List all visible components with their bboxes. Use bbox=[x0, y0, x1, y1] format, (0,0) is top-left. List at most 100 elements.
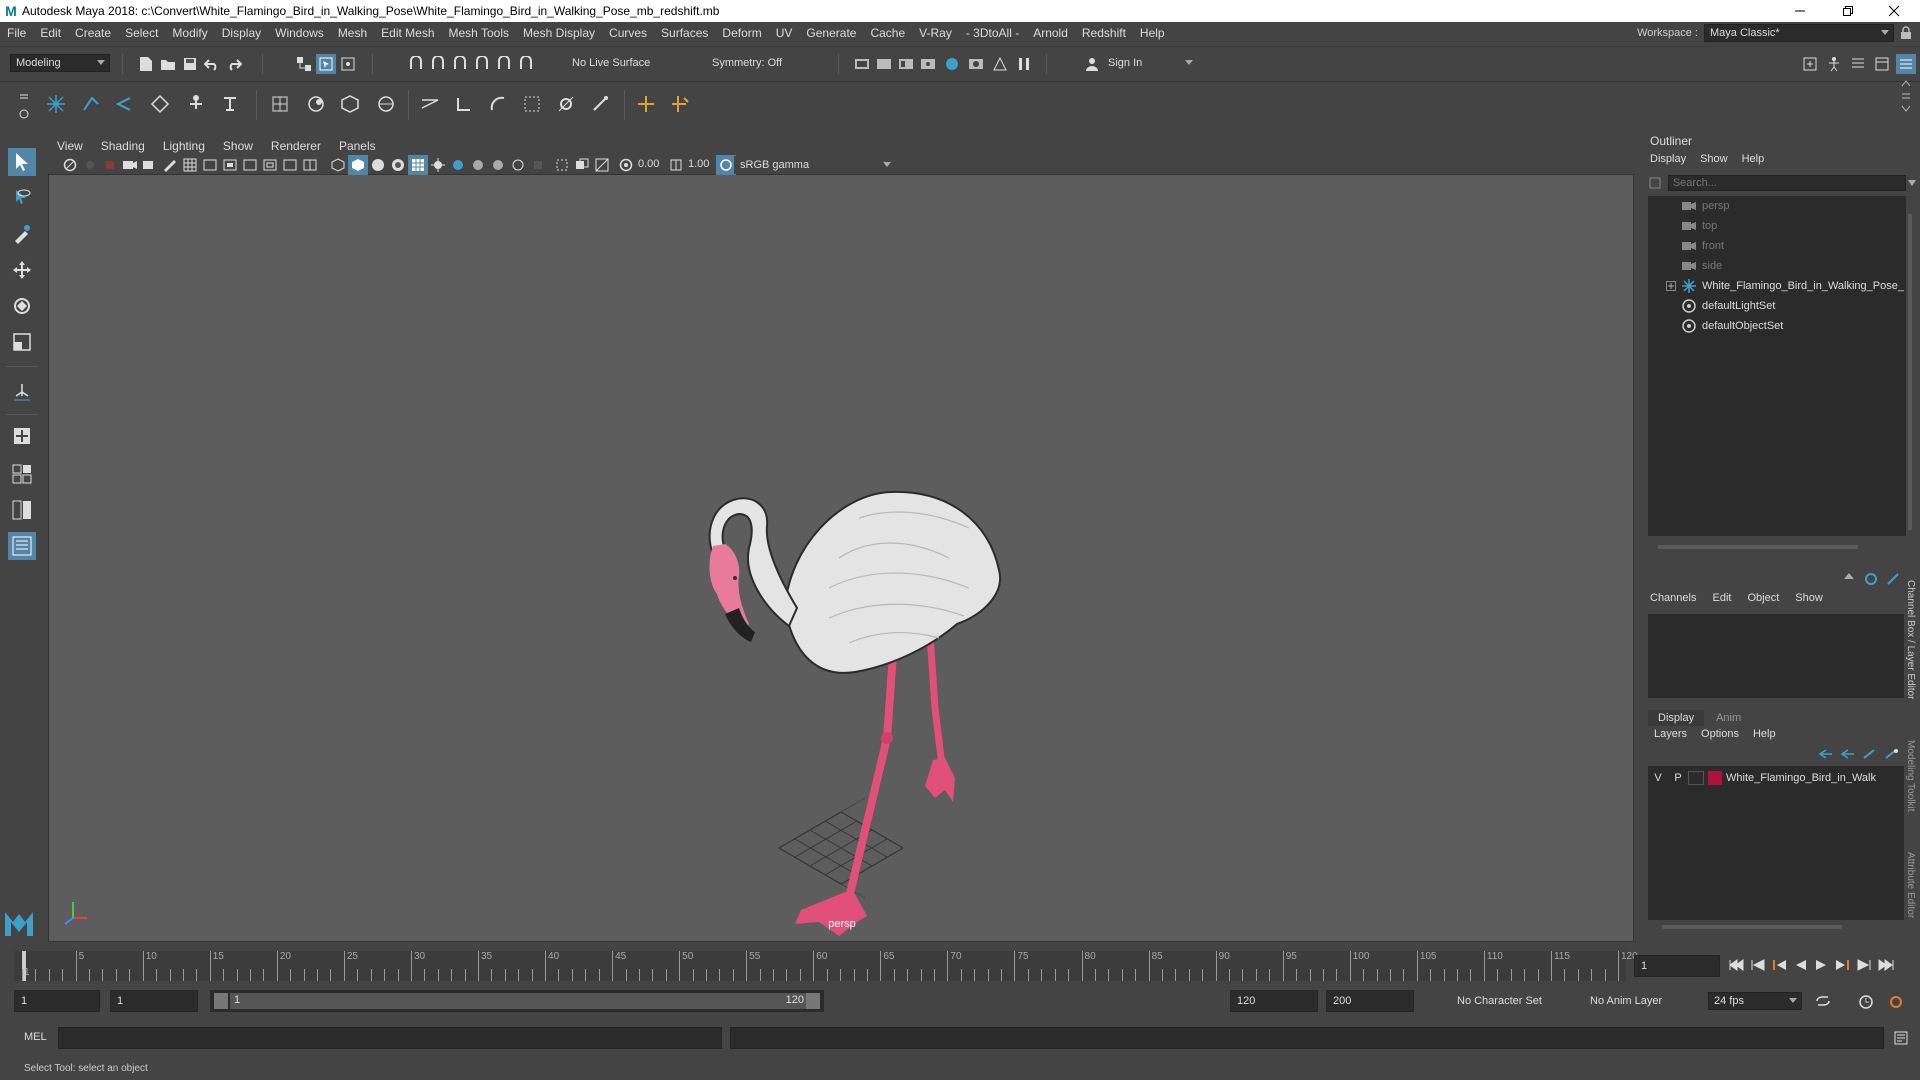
locator-icon[interactable] bbox=[636, 94, 656, 114]
create-joints-icon[interactable] bbox=[46, 94, 66, 114]
paint-weights-icon[interactable] bbox=[270, 94, 290, 114]
tool-settings-toggle-icon[interactable] bbox=[1872, 54, 1892, 74]
ik-handle-icon[interactable] bbox=[80, 94, 100, 114]
playback-start-field[interactable]: 1 bbox=[110, 990, 198, 1012]
outliner-item-side[interactable]: side bbox=[1648, 256, 1906, 276]
menu-mesh-display[interactable]: Mesh Display bbox=[516, 26, 602, 40]
color-space-dropdown[interactable]: sRGB gamma bbox=[734, 156, 896, 174]
loop-icon[interactable] bbox=[1814, 994, 1832, 1008]
outliner-layout-icon[interactable] bbox=[8, 532, 36, 560]
side-tab-modeling-toolkit[interactable]: Modeling Toolkit bbox=[1905, 740, 1916, 812]
exposure-value[interactable]: 0.00 bbox=[638, 158, 659, 170]
gamma-value[interactable]: 1.00 bbox=[688, 158, 709, 170]
layer-menu-layers[interactable]: Layers bbox=[1654, 728, 1687, 740]
filter-icon[interactable] bbox=[1648, 176, 1668, 190]
move-layer-up-icon[interactable] bbox=[1818, 748, 1834, 760]
menu-select[interactable]: Select bbox=[118, 26, 165, 40]
layer-menu-options[interactable]: Options bbox=[1701, 728, 1739, 740]
ik-spline-icon[interactable] bbox=[114, 94, 134, 114]
outliner-item-default-light-set[interactable]: defaultLightSet bbox=[1648, 296, 1906, 316]
layer-display-type[interactable] bbox=[1688, 771, 1704, 785]
animation-end-field[interactable]: 200 bbox=[1326, 990, 1414, 1012]
new-layer-icon[interactable] bbox=[1862, 748, 1878, 760]
layer-tab-display[interactable]: Display bbox=[1648, 710, 1705, 726]
step-back-icon[interactable] bbox=[1750, 959, 1766, 971]
handle-icon[interactable] bbox=[670, 94, 690, 114]
paint-select-tool-icon[interactable] bbox=[8, 220, 36, 248]
xray-active-components-icon[interactable] bbox=[592, 155, 612, 175]
menu-create[interactable]: Create bbox=[68, 26, 118, 40]
menu-vray[interactable]: V-Ray bbox=[912, 26, 959, 40]
make-live-icon[interactable] bbox=[516, 54, 536, 74]
redo-icon[interactable] bbox=[224, 54, 244, 74]
menu-arnold[interactable]: Arnold bbox=[1026, 26, 1075, 40]
motion-blur-icon[interactable] bbox=[468, 155, 488, 175]
play-backward-icon[interactable] bbox=[1794, 959, 1808, 971]
channel-menu-edit[interactable]: Edit bbox=[1712, 592, 1731, 604]
render-view-icon[interactable] bbox=[852, 54, 872, 74]
layer-tab-anim[interactable]: Anim bbox=[1706, 710, 1751, 726]
outliner-vertical-scrollbar[interactable] bbox=[1906, 204, 1914, 540]
cluster-icon[interactable] bbox=[340, 94, 360, 114]
range-handle-end[interactable] bbox=[806, 993, 820, 1009]
outliner-menu-show[interactable]: Show bbox=[1700, 153, 1728, 165]
panel-menu-panels[interactable]: Panels bbox=[330, 139, 385, 153]
outliner-horizontal-scrollbar[interactable] bbox=[1648, 542, 1906, 552]
auto-key-icon[interactable] bbox=[1858, 994, 1874, 1010]
screen-space-ao-icon[interactable] bbox=[448, 155, 468, 175]
outliner-item-front[interactable]: front bbox=[1648, 236, 1906, 256]
outliner-search-input[interactable] bbox=[1667, 175, 1906, 191]
animation-preferences-icon[interactable] bbox=[1888, 994, 1904, 1010]
menu-file[interactable]: File bbox=[0, 26, 33, 40]
anim-layer-dropdown[interactable]: No Anim Layer bbox=[1584, 992, 1688, 1010]
outliner-menu-display[interactable]: Display bbox=[1650, 153, 1686, 165]
layer-name[interactable]: White_Flamingo_Bird_in_Walk bbox=[1726, 772, 1886, 784]
pause-render-icon[interactable] bbox=[1014, 54, 1034, 74]
depth-of-field-icon[interactable] bbox=[508, 155, 528, 175]
bind-skin-icon[interactable] bbox=[150, 94, 170, 114]
redshift-render-view-icon[interactable] bbox=[966, 54, 986, 74]
channel-menu-channels[interactable]: Channels bbox=[1650, 592, 1696, 604]
menu-curves[interactable]: Curves bbox=[602, 26, 654, 40]
outliner-menu-help[interactable]: Help bbox=[1742, 153, 1765, 165]
scale-constraint-icon[interactable] bbox=[522, 94, 542, 114]
playback-end-field[interactable]: 120 bbox=[1230, 990, 1318, 1012]
snap-to-grid-icon[interactable] bbox=[406, 54, 426, 74]
layer-playback-toggle[interactable]: P bbox=[1668, 772, 1688, 784]
menu-deform[interactable]: Deform bbox=[715, 26, 768, 40]
close-button[interactable] bbox=[1874, 0, 1914, 22]
range-slider[interactable]: 1 1 120 bbox=[210, 990, 824, 1012]
color-management-icon[interactable] bbox=[716, 155, 736, 175]
outliner-item-top[interactable]: top bbox=[1648, 216, 1906, 236]
move-tool-icon[interactable] bbox=[8, 256, 36, 284]
point-constraint-icon[interactable] bbox=[420, 94, 440, 114]
camera-attributes-icon[interactable] bbox=[80, 155, 100, 175]
layer-visibility-toggle[interactable]: V bbox=[1648, 772, 1668, 784]
fps-dropdown[interactable]: 24 fps bbox=[1708, 992, 1802, 1010]
menu-mesh-tools[interactable]: Mesh Tools bbox=[442, 26, 516, 40]
scale-tool-icon[interactable] bbox=[8, 328, 36, 356]
expand-icon[interactable] bbox=[1666, 281, 1676, 291]
render-frame-icon[interactable] bbox=[874, 54, 894, 74]
snap-to-view-plane-icon[interactable] bbox=[472, 54, 492, 74]
grid-icon[interactable] bbox=[180, 155, 200, 175]
step-forward-key-icon[interactable] bbox=[1834, 959, 1850, 971]
undo-icon[interactable] bbox=[202, 54, 222, 74]
channel-box-icon[interactable] bbox=[1842, 572, 1856, 586]
attribute-editor-toggle-icon[interactable] bbox=[1848, 54, 1868, 74]
go-to-start-icon[interactable] bbox=[1728, 959, 1744, 971]
open-scene-icon[interactable] bbox=[158, 54, 178, 74]
pin-icon[interactable] bbox=[1886, 572, 1900, 586]
xray-icon[interactable] bbox=[552, 155, 572, 175]
lasso-tool-icon[interactable] bbox=[8, 184, 36, 212]
mel-input[interactable] bbox=[58, 1027, 722, 1049]
layer-horizontal-scrollbar[interactable] bbox=[1648, 922, 1904, 932]
modeling-toolkit-toggle-icon[interactable] bbox=[1800, 54, 1820, 74]
bookmarks-icon[interactable] bbox=[100, 155, 120, 175]
channel-box-toggle-icon[interactable] bbox=[1896, 54, 1916, 74]
menu-help[interactable]: Help bbox=[1133, 26, 1172, 40]
render-settings-icon[interactable] bbox=[918, 54, 938, 74]
menu-uv[interactable]: UV bbox=[769, 26, 800, 40]
wireframe-icon[interactable] bbox=[328, 155, 348, 175]
step-forward-icon[interactable] bbox=[1856, 959, 1872, 971]
